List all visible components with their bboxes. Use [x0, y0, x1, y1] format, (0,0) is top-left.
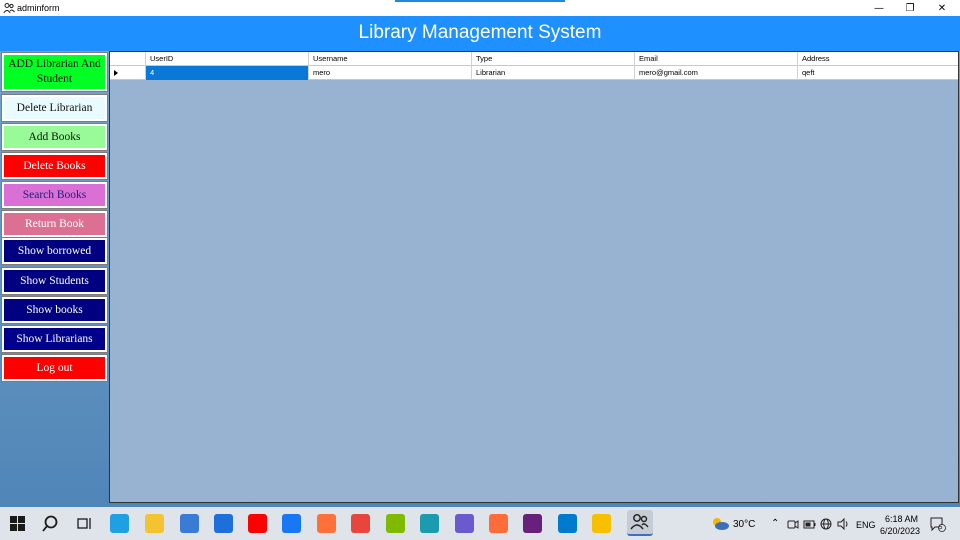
minimize-button[interactable]: — [863, 0, 895, 16]
column-header-type[interactable]: Type [472, 52, 635, 66]
show-books-button[interactable]: Show books [1, 296, 108, 324]
postman-icon[interactable] [489, 514, 508, 533]
notification-icon[interactable] [930, 517, 946, 532]
visual-studio-icon[interactable] [523, 514, 542, 533]
search-books-button[interactable]: Search Books [1, 181, 108, 209]
azure-data-studio-icon[interactable] [420, 514, 439, 533]
row-header-corner [110, 52, 146, 66]
column-header-username[interactable]: Username [309, 52, 472, 66]
task-view-icon[interactable] [75, 514, 94, 533]
show-librarians-button[interactable]: Show Librarians [1, 325, 108, 353]
battery-icon[interactable] [803, 519, 816, 530]
add-librarian-student-button[interactable]: ADD Librarian And Student [1, 52, 108, 92]
return-book-button[interactable]: Return Book [1, 210, 108, 238]
row-header[interactable] [110, 66, 146, 80]
logout-button[interactable]: Log out [1, 354, 108, 382]
cell-email[interactable]: mero@gmail.com [635, 66, 798, 80]
youtube-icon[interactable] [248, 514, 267, 533]
add-books-button[interactable]: Add Books [1, 123, 108, 151]
file-explorer-icon[interactable] [145, 514, 164, 533]
windows-taskbar: 30°C ⌃ ENG 6:18 AM 6/20/2023 5 [0, 507, 960, 540]
search-icon[interactable] [41, 514, 60, 533]
network-globe-icon[interactable] [820, 518, 832, 530]
column-header-userid[interactable]: UserID [146, 52, 309, 66]
edge-icon[interactable] [110, 514, 129, 533]
column-header-email[interactable]: Email [635, 52, 798, 66]
current-row-arrow-icon [114, 70, 118, 76]
window-title: adminform [17, 3, 60, 13]
tool-purple-icon[interactable] [455, 514, 474, 533]
mail-icon[interactable] [214, 514, 233, 533]
focus-indicator [395, 0, 565, 2]
restore-button[interactable]: ❐ [894, 0, 926, 16]
grid-header-row: UserID Username Type Email Address [110, 52, 958, 66]
weather-temperature[interactable]: 30°C [733, 519, 755, 530]
column-header-address[interactable]: Address [798, 52, 958, 66]
weather-icon[interactable] [709, 516, 731, 532]
users-data-grid[interactable]: UserID Username Type Email Address 4 mer… [109, 51, 959, 503]
chevron-up-icon[interactable]: ⌃ [771, 518, 779, 529]
cell-username[interactable]: mero [309, 66, 472, 80]
winforms-icon[interactable] [386, 514, 405, 533]
table-row[interactable]: 4 mero Librarian mero@gmail.com qeft [110, 66, 958, 80]
close-button[interactable]: ✕ [926, 0, 958, 16]
users-icon [3, 3, 15, 14]
delete-librarian-button[interactable]: Delete Librarian [1, 94, 108, 122]
store-icon[interactable] [180, 514, 199, 533]
clock-time[interactable]: 6:18 AM [885, 514, 918, 524]
cell-type[interactable]: Librarian [472, 66, 635, 80]
python-tool-icon[interactable] [592, 514, 611, 533]
clock-date[interactable]: 6/20/2023 [880, 526, 920, 536]
cell-userid[interactable]: 4 [146, 66, 309, 80]
app-header: Library Management System [0, 16, 960, 51]
adminform-app-icon[interactable] [627, 510, 653, 536]
language-indicator[interactable]: ENG [856, 520, 876, 530]
chrome-icon[interactable] [351, 514, 370, 533]
firefox-icon[interactable] [317, 514, 336, 533]
meet-now-icon[interactable] [787, 519, 799, 530]
notification-count: 5 [939, 525, 943, 531]
app-title: Library Management System [358, 22, 602, 43]
start-icon[interactable] [8, 514, 27, 533]
window-title-bar: adminform — ❐ ✕ [0, 0, 960, 16]
vscode-icon[interactable] [558, 514, 577, 533]
volume-icon[interactable] [837, 518, 850, 530]
show-students-button[interactable]: Show Students [1, 267, 108, 295]
delete-books-button[interactable]: Delete Books [1, 152, 108, 180]
cell-address[interactable]: qeft [798, 66, 958, 80]
show-borrowed-button[interactable]: Show borrowed [1, 237, 108, 265]
facebook-icon[interactable] [282, 514, 301, 533]
